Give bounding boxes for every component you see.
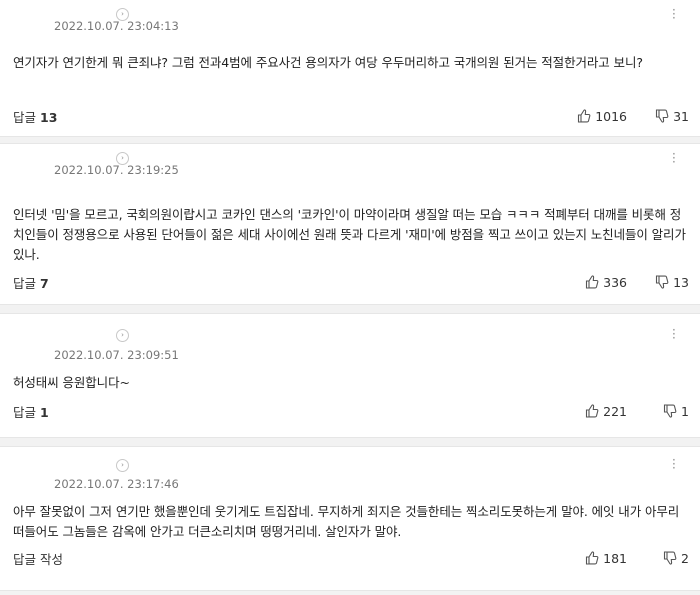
like-button[interactable]: 221	[585, 402, 627, 420]
comment-text: 연기자가 연기한게 뭐 큰죄냐? 그럼 전과4범에 주요사건 용의자가 여당 우…	[13, 55, 643, 70]
reply-count: 7	[40, 276, 49, 291]
reply-count: 13	[40, 110, 58, 125]
comment-card: › 2022.10.07. 23:17:46 · · · 아무 잘못없이 그저 연기…	[0, 446, 700, 591]
comment-timestamp: 2022.10.07. 23:09:51	[54, 348, 179, 362]
thumbs-up-icon	[586, 404, 599, 418]
more-vertical-icon[interactable]: · · ·	[672, 148, 676, 168]
comment-header: › 2022.10.07. 23:17:46 · · ·	[0, 447, 700, 491]
more-vertical-icon[interactable]: · · ·	[672, 324, 676, 344]
comment-text: 허성태씨 응원합니다~	[13, 375, 130, 390]
comment-timestamp: 2022.10.07. 23:04:13	[54, 19, 179, 33]
thumbs-down-icon	[656, 109, 669, 123]
like-button[interactable]: 336	[585, 273, 627, 291]
comment-footer: 답글 1 221 1	[13, 402, 689, 421]
reply-label: 답글	[13, 405, 37, 420]
thumbs-down-icon	[663, 404, 677, 418]
reply-button[interactable]: 답글 7	[13, 273, 49, 292]
like-count: 336	[603, 274, 627, 290]
dislike-button[interactable]: 13	[655, 273, 689, 291]
chevron-right-icon[interactable]: ›	[116, 459, 129, 472]
thumbs-up-icon	[586, 551, 599, 565]
dislike-button[interactable]: 1	[663, 402, 689, 420]
comment-header: › 2022.10.07. 23:09:51 · · ·	[0, 314, 700, 362]
comment-card: › 2022.10.07. 23:04:13 · · · 연기자가 연기한게 뭐 큰…	[0, 0, 700, 137]
comment-footer: 답글 7 336 13	[13, 273, 689, 292]
like-count: 1016	[595, 108, 627, 124]
like-button[interactable]: 181	[585, 549, 627, 567]
comment-footer: 답글 작성 181 2	[13, 549, 689, 568]
like-count: 221	[603, 403, 627, 419]
comment-header: › 2022.10.07. 23:04:13 · · ·	[0, 0, 700, 34]
reply-count: 1	[40, 405, 49, 420]
comment-text: 인터넷 '밈'을 모르고, 국회의원이랍시고 코카인 댄스의 '코카인'이 마약…	[13, 207, 686, 262]
dislike-count: 1	[681, 403, 689, 419]
reply-button[interactable]: 답글 13	[13, 107, 57, 126]
comment-header: › 2022.10.07. 23:19:25 · · ·	[0, 144, 700, 178]
dislike-count: 31	[673, 108, 689, 124]
like-button[interactable]: 1016	[577, 107, 627, 125]
like-count: 181	[603, 550, 627, 566]
dislike-count: 2	[681, 550, 689, 566]
comment-footer: 답글 13 1016 31	[13, 107, 689, 126]
comment-timestamp: 2022.10.07. 23:19:25	[54, 163, 179, 177]
comment-card: › 2022.10.07. 23:09:51 · · · 허성태씨 응원합니다~ 답…	[0, 313, 700, 438]
thumbs-down-icon	[663, 551, 677, 565]
dislike-count: 13	[673, 274, 689, 290]
dislike-button[interactable]: 2	[663, 549, 689, 567]
thumbs-up-icon	[578, 109, 591, 123]
reply-button[interactable]: 답글 작성	[13, 549, 63, 568]
chevron-right-icon[interactable]: ›	[116, 329, 129, 342]
comment-card: › 2022.10.07. 23:19:25 · · · 인터넷 '밈'을 모르고,…	[0, 143, 700, 305]
reply-button[interactable]: 답글 1	[13, 402, 49, 421]
comment-timestamp: 2022.10.07. 23:17:46	[54, 477, 179, 491]
reply-label: 답글 작성	[13, 552, 63, 567]
thumbs-down-icon	[656, 275, 669, 289]
reply-label: 답글	[13, 110, 37, 125]
reply-label: 답글	[13, 276, 37, 291]
dislike-button[interactable]: 31	[655, 107, 689, 125]
comment-text: 아무 잘못없이 그저 연기만 했을뿐인데 웃기게도 트집잡네. 무지하게 죄지은…	[13, 504, 680, 539]
more-vertical-icon[interactable]: · · ·	[672, 4, 676, 24]
more-vertical-icon[interactable]: · · ·	[672, 454, 676, 474]
thumbs-up-icon	[586, 275, 599, 289]
